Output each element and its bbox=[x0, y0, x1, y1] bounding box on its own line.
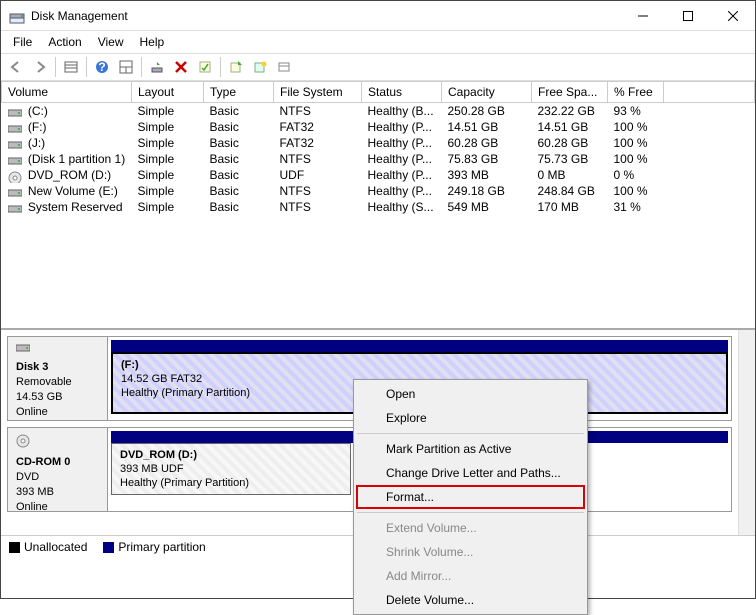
volume-icon bbox=[8, 155, 22, 165]
partition-health: Healthy (Primary Partition) bbox=[120, 476, 342, 490]
svg-text:?: ? bbox=[98, 60, 105, 74]
window-title: Disk Management bbox=[31, 9, 620, 23]
back-button[interactable] bbox=[5, 56, 27, 78]
volume-row[interactable]: (J:)SimpleBasicFAT32Healthy (P...60.28 G… bbox=[2, 135, 755, 151]
volume-row[interactable]: (Disk 1 partition 1)SimpleBasicNTFSHealt… bbox=[2, 151, 755, 167]
disk-icon bbox=[16, 434, 99, 453]
capacity-bar bbox=[111, 340, 728, 352]
ctx-shrink: Shrink Volume... bbox=[356, 540, 585, 564]
disk-state: Online bbox=[16, 405, 99, 420]
col-fs[interactable]: File System bbox=[274, 82, 362, 103]
disk-header: CD-ROM 0DVD393 MBOnline bbox=[8, 428, 108, 511]
volume-icon bbox=[8, 171, 22, 181]
forward-button[interactable] bbox=[29, 56, 51, 78]
disk-icon bbox=[16, 343, 99, 358]
disk-state: Online bbox=[16, 500, 99, 515]
menu-help[interactable]: Help bbox=[132, 33, 173, 51]
disk-kind: Removable bbox=[16, 375, 99, 390]
volume-icon bbox=[8, 203, 22, 213]
ctx-format[interactable]: Format... bbox=[356, 485, 585, 509]
col-pct[interactable]: % Free bbox=[608, 82, 664, 103]
action1-icon[interactable] bbox=[225, 56, 247, 78]
disk-title: Disk 3 bbox=[16, 360, 99, 375]
app-icon bbox=[9, 8, 25, 24]
scrollbar[interactable] bbox=[738, 330, 755, 535]
disk-title: CD-ROM 0 bbox=[16, 455, 99, 470]
volume-icon bbox=[8, 187, 22, 197]
menu-bar: File Action View Help bbox=[1, 31, 755, 53]
minimize-button[interactable] bbox=[620, 1, 665, 30]
ctx-explore[interactable]: Explore bbox=[356, 406, 585, 430]
properties-icon[interactable] bbox=[194, 56, 216, 78]
ctx-mark-active[interactable]: Mark Partition as Active bbox=[356, 437, 585, 461]
close-button[interactable] bbox=[710, 1, 755, 30]
col-capacity[interactable]: Capacity bbox=[442, 82, 532, 103]
partition-block[interactable]: DVD_ROM (D:)393 MB UDFHealthy (Primary P… bbox=[111, 443, 351, 495]
ctx-mirror: Add Mirror... bbox=[356, 564, 585, 588]
volume-row[interactable]: System ReservedSimpleBasicNTFSHealthy (S… bbox=[2, 199, 755, 215]
action3-icon[interactable] bbox=[273, 56, 295, 78]
ctx-change-letter[interactable]: Change Drive Letter and Paths... bbox=[356, 461, 585, 485]
col-extra[interactable] bbox=[664, 82, 755, 103]
view-list-button[interactable] bbox=[60, 56, 82, 78]
disk-header: Disk 3Removable14.53 GBOnline bbox=[8, 337, 108, 420]
menu-file[interactable]: File bbox=[5, 33, 40, 51]
maximize-button[interactable] bbox=[665, 1, 710, 30]
volume-icon bbox=[8, 107, 22, 117]
action2-icon[interactable] bbox=[249, 56, 271, 78]
context-menu: Open Explore Mark Partition as Active Ch… bbox=[353, 379, 588, 615]
toolbar: ? bbox=[1, 53, 755, 81]
ctx-delete[interactable]: Delete Volume... bbox=[356, 588, 585, 612]
delete-icon[interactable] bbox=[170, 56, 192, 78]
partition-name: DVD_ROM (D:) bbox=[120, 448, 342, 462]
volume-icon bbox=[8, 139, 22, 149]
disk-size: 14.53 GB bbox=[16, 390, 99, 405]
col-free[interactable]: Free Spa... bbox=[532, 82, 608, 103]
volume-row[interactable]: (F:)SimpleBasicFAT32Healthy (P...14.51 G… bbox=[2, 119, 755, 135]
partition-name: (F:) bbox=[121, 358, 718, 372]
ctx-extend: Extend Volume... bbox=[356, 516, 585, 540]
disk-size: 393 MB bbox=[16, 485, 99, 500]
volume-row[interactable]: New Volume (E:)SimpleBasicNTFSHealthy (P… bbox=[2, 183, 755, 199]
volume-list: Volume Layout Type File System Status Ca… bbox=[1, 81, 755, 330]
col-layout[interactable]: Layout bbox=[132, 82, 204, 103]
menu-view[interactable]: View bbox=[90, 33, 132, 51]
volume-icon bbox=[8, 123, 22, 133]
view-detail-button[interactable] bbox=[115, 56, 137, 78]
legend-primary: Primary partition bbox=[118, 540, 205, 554]
swatch-primary bbox=[103, 542, 114, 553]
refresh-button[interactable] bbox=[146, 56, 168, 78]
menu-action[interactable]: Action bbox=[40, 33, 89, 51]
disk-kind: DVD bbox=[16, 470, 99, 485]
col-volume[interactable]: Volume bbox=[2, 82, 132, 103]
title-bar: Disk Management bbox=[1, 1, 755, 31]
swatch-unallocated bbox=[9, 542, 20, 553]
ctx-open[interactable]: Open bbox=[356, 382, 585, 406]
legend-unallocated: Unallocated bbox=[24, 540, 87, 554]
partition-detail: 393 MB UDF bbox=[120, 462, 342, 476]
col-type[interactable]: Type bbox=[204, 82, 274, 103]
volume-row[interactable]: (C:)SimpleBasicNTFSHealthy (B...250.28 G… bbox=[2, 103, 755, 120]
help-button[interactable]: ? bbox=[91, 56, 113, 78]
col-status[interactable]: Status bbox=[362, 82, 442, 103]
volume-row[interactable]: DVD_ROM (D:)SimpleBasicUDFHealthy (P...3… bbox=[2, 167, 755, 183]
